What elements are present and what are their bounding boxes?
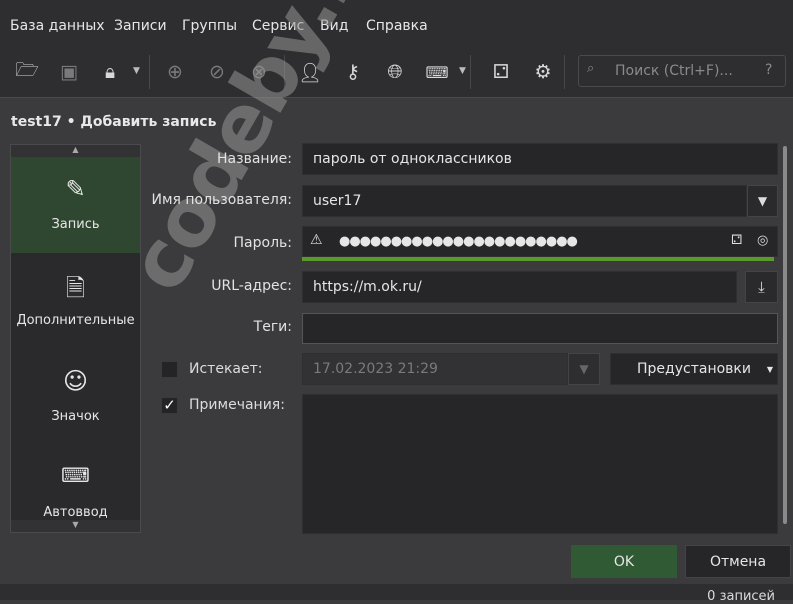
menu-database[interactable]: База данных — [10, 18, 105, 34]
title-input[interactable]: пароль от одноклассников — [302, 143, 778, 175]
edit-entry-icon[interactable]: ⊘ — [203, 58, 231, 86]
username-dropdown-icon[interactable]: ▼ — [747, 185, 778, 217]
document-edit-icon: 🗎︎ — [65, 274, 86, 302]
sidebar-item-advanced[interactable]: 🗎︎ Дополнительные — [11, 253, 140, 349]
copy-username-icon[interactable]: 👤︎ — [296, 58, 324, 86]
cancel-button[interactable]: Отмена — [685, 545, 791, 578]
category-list: ▲ ✎ Запись 🗎︎ Дополнительные ☺ Значок ⌨ … — [10, 144, 141, 533]
separator — [564, 55, 565, 89]
search-placeholder: Поиск (Ctrl+F)... — [615, 63, 733, 79]
presets-button[interactable]: Предустановки ▼ — [610, 353, 778, 385]
sidebar-item-label: Значок — [51, 409, 100, 424]
delete-entry-icon[interactable]: ⊗ — [245, 58, 273, 86]
password-label: Пароль: — [233, 235, 292, 251]
toggle-visibility-icon[interactable]: ◎ — [757, 233, 768, 248]
menu-groups[interactable]: Группы — [182, 18, 237, 34]
notes-checkbox[interactable]: ✓ — [161, 397, 178, 414]
gear-icon[interactable]: ⚙ — [529, 58, 557, 86]
tags-label: Теги: — [253, 319, 292, 335]
search-help-icon[interactable]: ? — [765, 62, 772, 78]
menu-entries[interactable]: Записи — [114, 18, 167, 34]
url-input[interactable]: https://m.ok.ru/ — [302, 271, 737, 303]
generate-password-icon[interactable]: ⚁ — [731, 233, 742, 248]
expires-checkbox[interactable] — [161, 361, 178, 378]
title-label: Название: — [217, 151, 292, 167]
add-entry-icon[interactable]: ⊕ — [161, 58, 189, 86]
sidebar-item-label: Запись — [51, 217, 100, 232]
status-bar: 0 записей — [0, 584, 793, 604]
warning-icon: ⚠ — [310, 232, 323, 248]
notes-label: Примечания: — [189, 397, 285, 413]
menu-view[interactable]: Вид — [320, 18, 348, 34]
expires-dropdown-icon[interactable]: ▼ — [568, 353, 600, 385]
notes-textarea[interactable] — [302, 394, 778, 534]
entry-count: 0 записей — [707, 589, 775, 604]
pencil-icon: ✎ — [65, 175, 86, 203]
lock-icon[interactable]: 🔒︎ — [96, 58, 124, 86]
smiley-icon: ☺ — [62, 367, 89, 395]
password-input[interactable]: ●●●●●●●●●●●●●●●●●●●●●●● — [302, 226, 778, 257]
lock-dropdown-icon[interactable]: ▼ — [133, 66, 140, 76]
menu-help[interactable]: Справка — [366, 18, 428, 34]
sidebar-item-entry[interactable]: ✎ Запись — [11, 157, 140, 253]
copy-password-icon[interactable]: ⚷ — [339, 58, 367, 86]
ok-button[interactable]: OK — [571, 545, 677, 578]
autotype-dropdown-icon[interactable]: ▼ — [459, 66, 466, 76]
scroll-down-icon[interactable]: ▼ — [11, 520, 140, 532]
chevron-down-icon: ▼ — [766, 364, 773, 374]
sidebar-item-label: Дополнительные — [16, 313, 135, 328]
keyboard-icon: ⌨ — [61, 463, 90, 487]
scrollbar[interactable] — [783, 146, 787, 524]
open-folder-icon[interactable]: 🗁 — [13, 58, 41, 86]
dice-icon[interactable]: ⚁ — [487, 58, 515, 86]
keyboard-icon[interactable]: ⌨ — [423, 58, 451, 86]
expires-datetime-input[interactable]: 17.02.2023 21:29 — [302, 353, 568, 385]
sidebar-item-autotype[interactable]: ⌨ Автоввод — [11, 445, 140, 519]
download-favicon-icon[interactable]: ⤓ — [745, 271, 778, 303]
tags-input[interactable] — [302, 313, 778, 344]
menu-tools[interactable]: Сервис — [252, 18, 304, 34]
sidebar-item-icon[interactable]: ☺ Значок — [11, 349, 140, 445]
menu-bar: База данных Записи Группы Сервис Вид Спр… — [0, 0, 793, 52]
separator — [284, 55, 285, 89]
separator — [470, 55, 471, 89]
sidebar-item-label: Автоввод — [43, 505, 108, 519]
username-label: Имя пользователя: — [151, 192, 292, 208]
expires-label: Истекает: — [189, 361, 263, 377]
page-title: test17 • Добавить запись — [11, 114, 217, 130]
username-input[interactable]: user17 — [302, 185, 747, 217]
search-input[interactable]: ⌕ Поиск (Ctrl+F)... ? — [578, 55, 786, 87]
separator — [149, 55, 150, 89]
scroll-up-icon[interactable]: ▲ — [11, 145, 140, 157]
search-icon: ⌕ — [587, 61, 595, 76]
presets-label: Предустановки — [637, 361, 751, 377]
url-label: URL-адрес: — [211, 278, 292, 294]
copy-url-icon[interactable]: 🌐︎ — [381, 58, 409, 86]
save-icon[interactable]: ▣ — [55, 58, 83, 86]
password-strength-bar — [302, 257, 774, 261]
